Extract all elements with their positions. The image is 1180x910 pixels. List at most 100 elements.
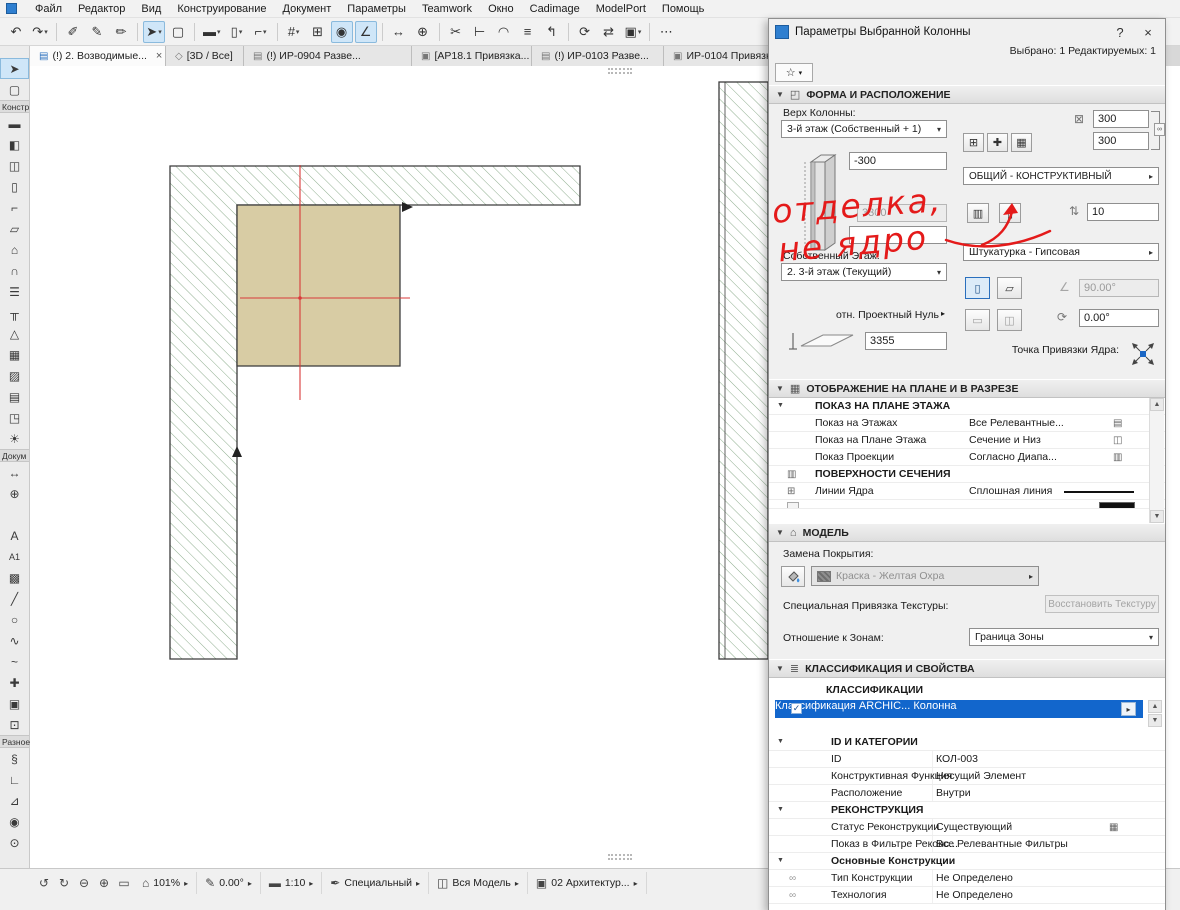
- object-tool-icon[interactable]: ◳: [0, 407, 29, 428]
- link-dimensions-icon[interactable]: ∞: [1154, 123, 1165, 136]
- navigate-back-icon[interactable]: ↺: [34, 872, 54, 894]
- help-button[interactable]: ?: [1109, 25, 1131, 40]
- property-value[interactable]: Все Релевантные Фильтры: [936, 838, 1068, 850]
- rotation-input[interactable]: 0.00°: [1079, 309, 1159, 327]
- anchor-point-selector[interactable]: [1129, 340, 1157, 368]
- polyline-tool-icon[interactable]: ∿: [0, 630, 29, 651]
- wall-tool-button[interactable]: ▬▾: [200, 21, 224, 43]
- column-tool-button[interactable]: ▯▾: [226, 21, 248, 43]
- menu-document[interactable]: Документ: [275, 1, 340, 17]
- lamp-tool-icon[interactable]: ☀: [0, 428, 29, 449]
- model-filter-control[interactable]: ◫ Вся Модель ▸: [429, 872, 528, 894]
- menu-window[interactable]: Окно: [480, 1, 522, 17]
- veneer-material-select[interactable]: Штукатурка - Гипсовая ▸: [963, 243, 1159, 261]
- stretch-icon[interactable]: ↰: [541, 21, 563, 43]
- palette-handle[interactable]: [608, 854, 632, 860]
- reset-texture-button[interactable]: Восстановить Текстуру: [1045, 595, 1159, 613]
- measure-icon[interactable]: ✏: [110, 21, 132, 43]
- property-value[interactable]: Сплошная линия: [969, 485, 1052, 497]
- beam-tool-button[interactable]: ⌐▾: [250, 21, 272, 43]
- property-value[interactable]: Сечение и Низ: [969, 434, 1041, 446]
- profile-wrapped-button[interactable]: ◫: [997, 309, 1022, 331]
- zoom-out-icon[interactable]: ⊖: [74, 872, 94, 894]
- top-offset-input[interactable]: -300: [849, 152, 947, 170]
- undo-icon[interactable]: ↶: [5, 21, 27, 43]
- profile-slanted-button[interactable]: ▱: [997, 277, 1022, 299]
- more-options-icon[interactable]: ⋯: [655, 21, 677, 43]
- property-row[interactable]: Статус Реконструкции Существующий ▦: [769, 819, 1165, 836]
- display-full-icon[interactable]: ▦: [1011, 133, 1032, 152]
- veneer-thickness-input[interactable]: 10: [1087, 203, 1159, 221]
- group-row[interactable]: ▼ ID И КАТЕГОРИИ: [769, 734, 1165, 751]
- classification-picker-button[interactable]: ▸: [1121, 702, 1136, 716]
- scrollbar[interactable]: ▲ ▼: [1149, 398, 1164, 523]
- menu-options[interactable]: Параметры: [339, 1, 414, 17]
- property-value[interactable]: Внутри: [936, 787, 971, 799]
- toolbox-group-document[interactable]: Докум: [0, 449, 29, 462]
- dimension-tool-icon[interactable]: ↔: [0, 462, 29, 483]
- group-row[interactable]: ▼ РЕКОНСТРУКЦИЯ: [769, 802, 1165, 819]
- offset-icon[interactable]: ≡: [517, 21, 539, 43]
- section-model[interactable]: ▼ ⌂ МОДЕЛЬ: [769, 523, 1165, 542]
- curtain-wall-tool-icon[interactable]: ▤: [0, 386, 29, 407]
- menu-help[interactable]: Помощь: [654, 1, 713, 17]
- palette-handle[interactable]: [608, 68, 632, 74]
- group-row[interactable]: ▥ ПОВЕРХНОСТИ СЕЧЕНИЯ: [769, 466, 1165, 483]
- home-storey-select[interactable]: 2. 3-й этаж (Текущий) ▾: [781, 263, 947, 281]
- line-tool-icon[interactable]: ╱: [0, 588, 29, 609]
- zoom-icon[interactable]: ⊕: [412, 21, 434, 43]
- window-tool-icon[interactable]: ◫: [0, 155, 29, 176]
- guide-lines-icon[interactable]: ∠: [355, 21, 377, 43]
- property-row[interactable]: Конструктивная Функция Несущий Элемент: [769, 768, 1165, 785]
- property-value[interactable]: Существующий: [936, 821, 1012, 833]
- pen-set-control[interactable]: ✒ Специальный ▸: [322, 872, 429, 894]
- door-tool-icon[interactable]: ◧: [0, 134, 29, 155]
- mirror-icon[interactable]: ⇄: [598, 21, 620, 43]
- tab-worksheet-0103[interactable]: ▤ (!) ИР-0103 Разве...: [532, 46, 664, 66]
- slab-tool-icon[interactable]: ▱: [0, 218, 29, 239]
- tab-3d-all[interactable]: ◇ [3D / Все]: [166, 46, 244, 66]
- section-geometry[interactable]: ▼ ◰ ФОРМА И РАСПОЛОЖЕНИЕ: [769, 85, 1165, 104]
- classification-value[interactable]: Колонна: [913, 700, 956, 712]
- camera-tool-icon[interactable]: ◉: [0, 811, 29, 832]
- tab-detail-ar18[interactable]: ▣ [АР18.1 Привязка...: [412, 46, 532, 66]
- zones-relation-select[interactable]: Граница Зоны ▾: [969, 628, 1159, 646]
- interior-elevation-tool-icon[interactable]: ⊿: [0, 790, 29, 811]
- drawing-canvas[interactable]: [30, 66, 768, 868]
- section-classification[interactable]: ▼ ≣ КЛАССИФИКАЦИЯ И СВОЙСТВА: [769, 659, 1165, 678]
- split-icon[interactable]: ✂: [445, 21, 467, 43]
- scroll-up-icon[interactable]: ▲: [1148, 700, 1162, 713]
- menu-edit[interactable]: Редактор: [70, 1, 133, 17]
- tab-worksheet-0104[interactable]: ▣ ИР-0104 Привязк...: [664, 46, 782, 66]
- grid-snap-button[interactable]: #▾: [283, 21, 305, 43]
- elevation-tool-icon[interactable]: ∟: [0, 769, 29, 790]
- menu-cadimage[interactable]: Cadimage: [522, 1, 588, 17]
- property-row[interactable]: ⊞ Линии Ядра Сплошная линия: [769, 483, 1165, 500]
- property-value[interactable]: Согласно Диапа...: [969, 451, 1057, 463]
- group-row[interactable]: ▼ Основные Конструкции: [769, 853, 1165, 870]
- close-icon[interactable]: ×: [1137, 25, 1159, 40]
- beam-tool-icon[interactable]: ⌐: [0, 197, 29, 218]
- hotspot-tool-icon[interactable]: ✚: [0, 672, 29, 693]
- menu-teamwork[interactable]: Teamwork: [414, 1, 480, 17]
- property-value[interactable]: Не Определено: [936, 872, 1013, 884]
- level-dimension-tool-icon[interactable]: ⊕: [0, 483, 29, 504]
- tab-floor-plan[interactable]: ▤ (!) 2. Возводимые... ×: [30, 46, 166, 66]
- property-value[interactable]: Не Определено: [936, 889, 1013, 901]
- property-row[interactable]: Показ в Фильтре Реконс... Все Релевантны…: [769, 836, 1165, 853]
- property-row-clipped[interactable]: [769, 500, 1165, 509]
- group-row[interactable]: ▼ ПОКАЗ НА ПЛАНЕ ЭТАЖА: [769, 398, 1165, 415]
- mesh-tool-icon[interactable]: ▦: [0, 344, 29, 365]
- stair-tool-icon[interactable]: ☰: [0, 281, 29, 302]
- scroll-down-icon[interactable]: ▼: [1148, 714, 1162, 727]
- menu-modelport[interactable]: ModelPort: [588, 1, 654, 17]
- favorites-button[interactable]: ☆ ▾: [775, 63, 813, 82]
- label-tool-icon[interactable]: A1: [0, 546, 29, 567]
- railing-tool-icon[interactable]: ╥: [0, 302, 29, 323]
- section-tool-icon[interactable]: §: [0, 748, 29, 769]
- property-row[interactable]: Показ Проекции Согласно Диапа... ▥: [769, 449, 1165, 466]
- bottom-offset-input[interactable]: [849, 226, 947, 244]
- snap-points-icon[interactable]: ◉: [331, 21, 353, 43]
- group-button[interactable]: ▣▾: [622, 21, 645, 43]
- menu-design[interactable]: Конструирование: [169, 1, 274, 17]
